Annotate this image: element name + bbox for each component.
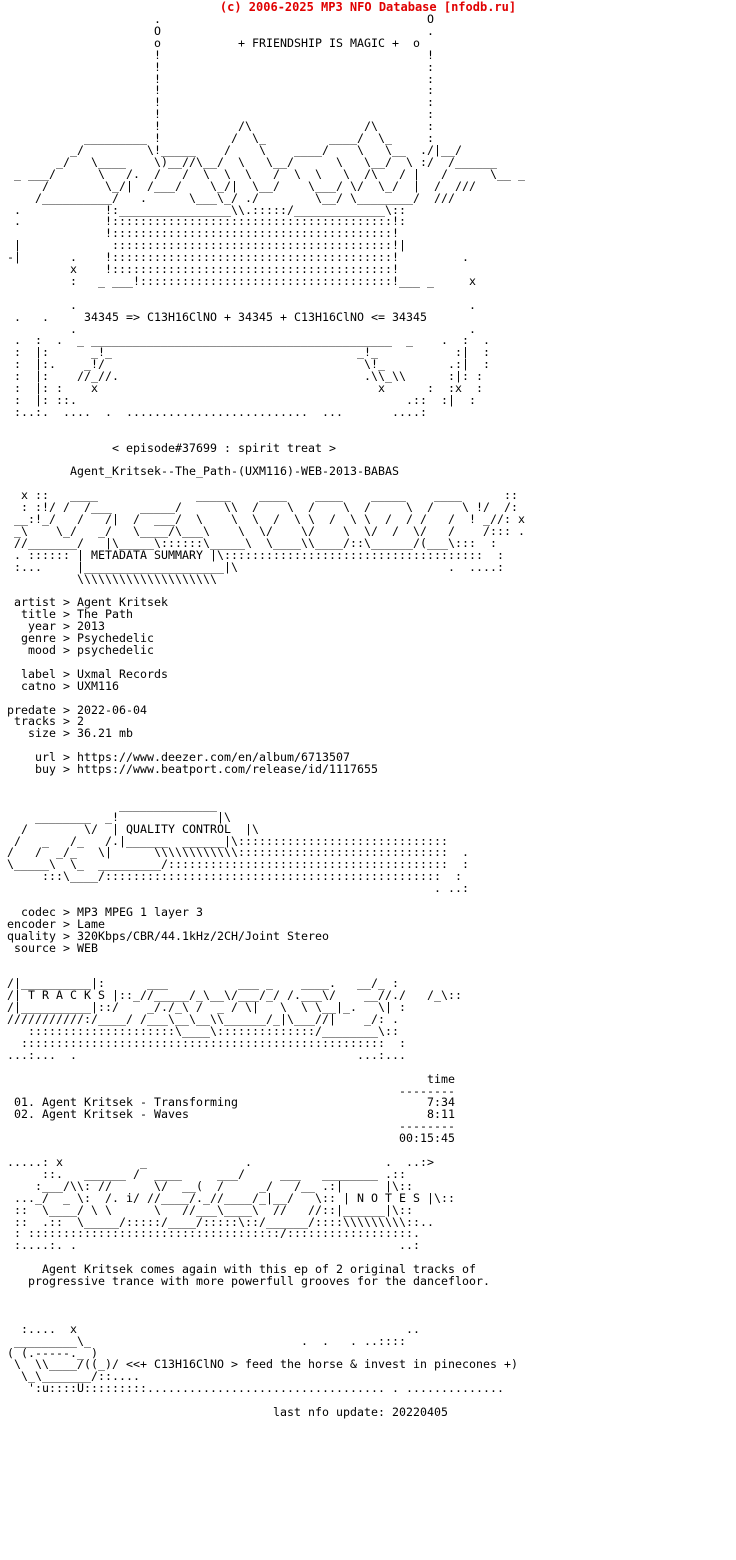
ascii-art-body: . O O . o + FRIENDSHIP IS MAGIC + o ! ! … <box>7 12 526 1420</box>
nfo-document: (c) 2006-2025 MP3 NFO Database [nfodb.ru… <box>0 0 736 1560</box>
